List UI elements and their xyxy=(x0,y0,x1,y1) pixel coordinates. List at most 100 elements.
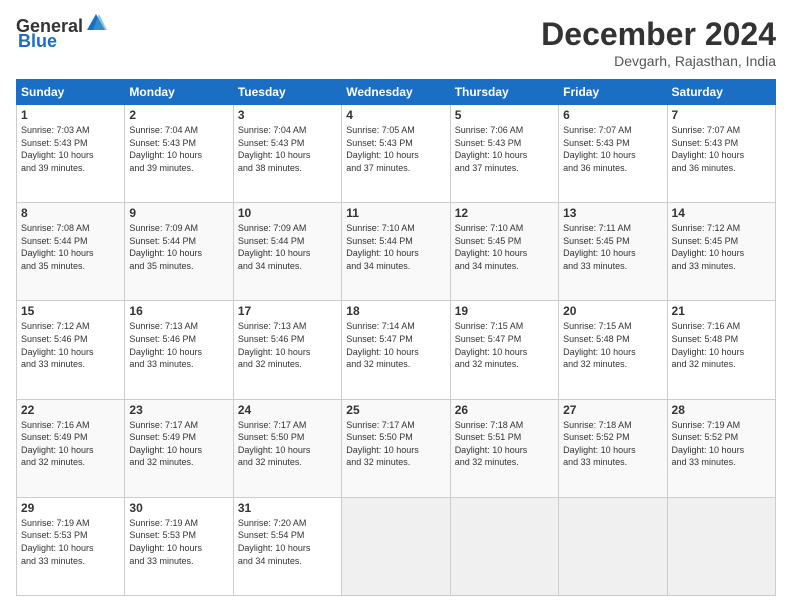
day-content: Sunrise: 7:17 AM Sunset: 5:49 PM Dayligh… xyxy=(129,419,228,469)
day-number: 31 xyxy=(238,501,337,515)
calendar-table: SundayMondayTuesdayWednesdayThursdayFrid… xyxy=(16,79,776,596)
day-content: Sunrise: 7:11 AM Sunset: 5:45 PM Dayligh… xyxy=(563,222,662,272)
calendar-cell: 7 Sunrise: 7:07 AM Sunset: 5:43 PM Daylig… xyxy=(667,105,775,203)
calendar-cell: 4 Sunrise: 7:05 AM Sunset: 5:43 PM Daylig… xyxy=(342,105,450,203)
calendar-week-2: 8Sunrise: 7:08 AM Sunset: 5:44 PM Daylig… xyxy=(17,203,776,301)
calendar-cell: 20 Sunrise: 7:15 AM Sunset: 5:48 PM Dayli… xyxy=(559,301,667,399)
day-number: 5 xyxy=(455,108,554,122)
calendar-cell: 25Sunrise: 7:17 AM Sunset: 5:50 PM Dayli… xyxy=(342,399,450,497)
header-thursday: Thursday xyxy=(450,80,558,105)
calendar-cell: 14Sunrise: 7:12 AM Sunset: 5:45 PM Dayli… xyxy=(667,203,775,301)
day-content: Sunrise: 7:19 AM Sunset: 5:53 PM Dayligh… xyxy=(129,517,228,567)
calendar-cell: 22 Sunrise: 7:16 AM Sunset: 5:49 PM Dayli… xyxy=(17,399,125,497)
day-number: 16 xyxy=(129,304,228,318)
calendar-week-5: 29 Sunrise: 7:19 AM Sunset: 5:53 PM Dayli… xyxy=(17,497,776,595)
calendar-cell: 9 Sunrise: 7:09 AM Sunset: 5:44 PM Daylig… xyxy=(125,203,233,301)
day-number: 18 xyxy=(346,304,445,318)
day-number: 12 xyxy=(455,206,554,220)
calendar-cell: 5Sunrise: 7:06 AM Sunset: 5:43 PM Daylig… xyxy=(450,105,558,203)
day-number: 9 xyxy=(129,206,228,220)
calendar-week-4: 22 Sunrise: 7:16 AM Sunset: 5:49 PM Dayli… xyxy=(17,399,776,497)
calendar-week-1: 1Sunrise: 7:03 AM Sunset: 5:43 PM Daylig… xyxy=(17,105,776,203)
header-sunday: Sunday xyxy=(17,80,125,105)
title-area: December 2024 Devgarh, Rajasthan, India xyxy=(541,16,776,69)
calendar-cell: 1Sunrise: 7:03 AM Sunset: 5:43 PM Daylig… xyxy=(17,105,125,203)
day-number: 17 xyxy=(238,304,337,318)
day-content: Sunrise: 7:03 AM Sunset: 5:43 PM Dayligh… xyxy=(21,124,120,174)
calendar-cell: 2 Sunrise: 7:04 AM Sunset: 5:43 PM Daylig… xyxy=(125,105,233,203)
day-number: 22 xyxy=(21,403,120,417)
day-content: Sunrise: 7:20 AM Sunset: 5:54 PM Dayligh… xyxy=(238,517,337,567)
calendar-cell: 19Sunrise: 7:15 AM Sunset: 5:47 PM Dayli… xyxy=(450,301,558,399)
day-number: 3 xyxy=(238,108,337,122)
calendar-cell: 30 Sunrise: 7:19 AM Sunset: 5:53 PM Dayli… xyxy=(125,497,233,595)
day-content: Sunrise: 7:15 AM Sunset: 5:47 PM Dayligh… xyxy=(455,320,554,370)
day-number: 2 xyxy=(129,108,228,122)
logo-blue: Blue xyxy=(18,31,57,52)
logo: General Blue xyxy=(16,16,107,52)
calendar-cell: 26Sunrise: 7:18 AM Sunset: 5:51 PM Dayli… xyxy=(450,399,558,497)
day-content: Sunrise: 7:16 AM Sunset: 5:49 PM Dayligh… xyxy=(21,419,120,469)
calendar-cell xyxy=(559,497,667,595)
day-number: 20 xyxy=(563,304,662,318)
calendar-header-row: SundayMondayTuesdayWednesdayThursdayFrid… xyxy=(17,80,776,105)
day-content: Sunrise: 7:09 AM Sunset: 5:44 PM Dayligh… xyxy=(129,222,228,272)
day-content: Sunrise: 7:16 AM Sunset: 5:48 PM Dayligh… xyxy=(672,320,771,370)
day-number: 26 xyxy=(455,403,554,417)
header: General Blue December 2024 Devgarh, Raja… xyxy=(16,16,776,69)
calendar-week-3: 15 Sunrise: 7:12 AM Sunset: 5:46 PM Dayli… xyxy=(17,301,776,399)
header-wednesday: Wednesday xyxy=(342,80,450,105)
calendar-cell: 23 Sunrise: 7:17 AM Sunset: 5:49 PM Dayli… xyxy=(125,399,233,497)
day-number: 28 xyxy=(672,403,771,417)
day-number: 29 xyxy=(21,501,120,515)
day-number: 23 xyxy=(129,403,228,417)
day-content: Sunrise: 7:04 AM Sunset: 5:43 PM Dayligh… xyxy=(129,124,228,174)
day-content: Sunrise: 7:13 AM Sunset: 5:46 PM Dayligh… xyxy=(129,320,228,370)
day-content: Sunrise: 7:19 AM Sunset: 5:52 PM Dayligh… xyxy=(672,419,771,469)
day-number: 7 xyxy=(672,108,771,122)
day-content: Sunrise: 7:09 AM Sunset: 5:44 PM Dayligh… xyxy=(238,222,337,272)
calendar-cell: 6 Sunrise: 7:07 AM Sunset: 5:43 PM Daylig… xyxy=(559,105,667,203)
header-tuesday: Tuesday xyxy=(233,80,341,105)
day-content: Sunrise: 7:07 AM Sunset: 5:43 PM Dayligh… xyxy=(563,124,662,174)
day-content: Sunrise: 7:05 AM Sunset: 5:43 PM Dayligh… xyxy=(346,124,445,174)
day-content: Sunrise: 7:19 AM Sunset: 5:53 PM Dayligh… xyxy=(21,517,120,567)
day-number: 27 xyxy=(563,403,662,417)
day-content: Sunrise: 7:04 AM Sunset: 5:43 PM Dayligh… xyxy=(238,124,337,174)
day-content: Sunrise: 7:14 AM Sunset: 5:47 PM Dayligh… xyxy=(346,320,445,370)
day-number: 24 xyxy=(238,403,337,417)
month-title: December 2024 xyxy=(541,16,776,53)
calendar-cell: 13 Sunrise: 7:11 AM Sunset: 5:45 PM Dayli… xyxy=(559,203,667,301)
day-number: 15 xyxy=(21,304,120,318)
day-content: Sunrise: 7:07 AM Sunset: 5:43 PM Dayligh… xyxy=(672,124,771,174)
day-number: 21 xyxy=(672,304,771,318)
day-content: Sunrise: 7:17 AM Sunset: 5:50 PM Dayligh… xyxy=(238,419,337,469)
day-number: 8 xyxy=(21,206,120,220)
calendar-cell: 24 Sunrise: 7:17 AM Sunset: 5:50 PM Dayli… xyxy=(233,399,341,497)
day-number: 25 xyxy=(346,403,445,417)
calendar-cell: 28 Sunrise: 7:19 AM Sunset: 5:52 PM Dayli… xyxy=(667,399,775,497)
page: General Blue December 2024 Devgarh, Raja… xyxy=(0,0,792,612)
calendar-cell: 17 Sunrise: 7:13 AM Sunset: 5:46 PM Dayli… xyxy=(233,301,341,399)
day-number: 30 xyxy=(129,501,228,515)
calendar-cell xyxy=(342,497,450,595)
calendar-cell: 15 Sunrise: 7:12 AM Sunset: 5:46 PM Dayli… xyxy=(17,301,125,399)
calendar-cell xyxy=(667,497,775,595)
day-content: Sunrise: 7:12 AM Sunset: 5:46 PM Dayligh… xyxy=(21,320,120,370)
day-content: Sunrise: 7:13 AM Sunset: 5:46 PM Dayligh… xyxy=(238,320,337,370)
day-content: Sunrise: 7:15 AM Sunset: 5:48 PM Dayligh… xyxy=(563,320,662,370)
calendar-cell: 31 Sunrise: 7:20 AM Sunset: 5:54 PM Dayli… xyxy=(233,497,341,595)
calendar-cell: 10 Sunrise: 7:09 AM Sunset: 5:44 PM Dayli… xyxy=(233,203,341,301)
calendar-cell xyxy=(450,497,558,595)
logo-icon xyxy=(85,12,107,34)
calendar-cell: 12Sunrise: 7:10 AM Sunset: 5:45 PM Dayli… xyxy=(450,203,558,301)
day-number: 4 xyxy=(346,108,445,122)
day-number: 13 xyxy=(563,206,662,220)
day-number: 6 xyxy=(563,108,662,122)
calendar-cell: 16 Sunrise: 7:13 AM Sunset: 5:46 PM Dayli… xyxy=(125,301,233,399)
calendar-cell: 29 Sunrise: 7:19 AM Sunset: 5:53 PM Dayli… xyxy=(17,497,125,595)
calendar-cell: 18 Sunrise: 7:14 AM Sunset: 5:47 PM Dayli… xyxy=(342,301,450,399)
day-content: Sunrise: 7:10 AM Sunset: 5:44 PM Dayligh… xyxy=(346,222,445,272)
day-number: 14 xyxy=(672,206,771,220)
day-number: 10 xyxy=(238,206,337,220)
